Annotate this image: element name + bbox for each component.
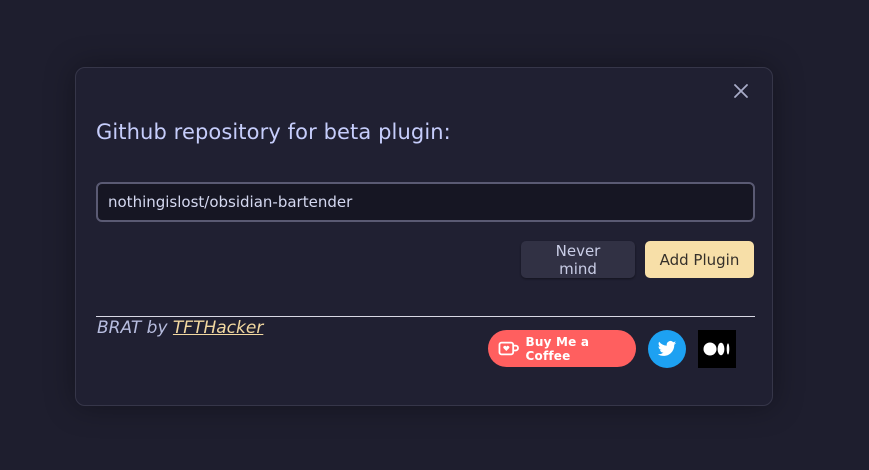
coffee-cup-icon — [498, 341, 519, 355]
close-button[interactable] — [730, 80, 752, 102]
medium-button[interactable] — [698, 330, 736, 368]
medium-icon — [703, 342, 730, 356]
twitter-button[interactable] — [648, 330, 686, 368]
coffee-button-label: Buy Me a Coffee — [525, 334, 590, 363]
never-mind-button[interactable]: Never mind — [521, 241, 635, 278]
repository-input[interactable] — [96, 182, 755, 222]
footer-credit: BRAT by TFTHacker — [97, 318, 263, 338]
footer-divider — [96, 316, 755, 317]
buy-me-a-coffee-button[interactable]: Buy Me a Coffee — [488, 330, 636, 367]
twitter-icon — [657, 341, 677, 356]
close-icon — [734, 84, 748, 98]
credit-prefix: BRAT by — [97, 318, 173, 338]
tfthacker-link[interactable]: TFTHacker — [173, 318, 263, 338]
modal-title: Github repository for beta plugin: — [96, 120, 451, 144]
add-beta-plugin-modal: Github repository for beta plugin: Never… — [75, 67, 773, 406]
add-plugin-button[interactable]: Add Plugin — [645, 241, 754, 278]
